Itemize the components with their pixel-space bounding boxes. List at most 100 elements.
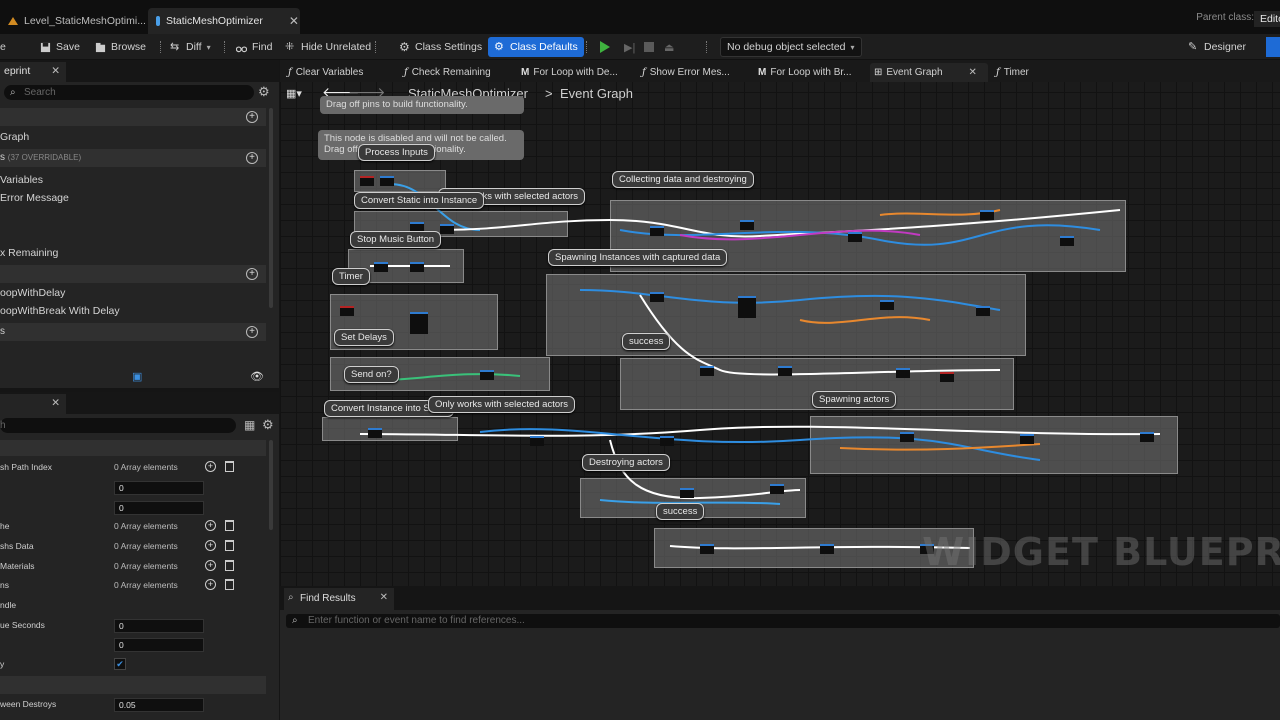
add-element-icon[interactable]: + xyxy=(205,560,216,571)
settings-gear-icon[interactable]: ⚙ xyxy=(258,84,270,100)
trash-icon[interactable] xyxy=(225,579,234,590)
details-category-header[interactable] xyxy=(0,440,266,456)
save-button[interactable]: Save xyxy=(40,37,80,57)
step-button[interactable]: ▶| xyxy=(624,37,635,57)
find-button[interactable]: Find xyxy=(236,37,272,57)
blueprint-node[interactable] xyxy=(738,296,756,318)
class-settings-button[interactable]: ⚙ Class Settings xyxy=(399,37,482,57)
add-element-icon[interactable]: + xyxy=(205,540,216,551)
blueprint-node[interactable] xyxy=(530,436,544,446)
parent-class-value[interactable]: Editor xyxy=(1254,11,1280,27)
search-input[interactable]: ⌕ Search xyxy=(4,85,254,100)
blueprint-node[interactable] xyxy=(650,292,664,302)
browse-button[interactable]: Browse xyxy=(95,37,146,57)
blueprint-node[interactable] xyxy=(410,262,424,272)
comment-bubble[interactable]: Process Inputs xyxy=(358,144,435,161)
section-variables[interactable]: s + xyxy=(0,323,266,341)
comment-bubble[interactable]: Convert Static into Instance xyxy=(354,192,485,209)
blueprint-node[interactable] xyxy=(650,226,664,236)
blueprint-node[interactable] xyxy=(480,370,494,380)
section-functions[interactable]: s (37 OVERRIDABLE) + xyxy=(0,149,266,167)
doc-tab-blueprint[interactable]: StaticMeshOptimizer ✕ xyxy=(148,8,300,34)
comment-bubble[interactable]: Timer xyxy=(332,268,370,285)
close-icon[interactable]: ✕ xyxy=(380,592,388,603)
checkbox[interactable]: ✔ xyxy=(114,658,126,670)
tab-details[interactable]: ✕ xyxy=(0,394,66,414)
diff-button[interactable]: ⇆ Diff ▾ xyxy=(170,37,211,57)
add-element-icon[interactable]: + xyxy=(205,579,216,590)
designer-button[interactable]: ✎ Designer xyxy=(1188,37,1246,57)
blueprint-node[interactable] xyxy=(380,176,394,186)
tree-item-variables[interactable]: Variables xyxy=(0,174,43,186)
blueprint-node[interactable] xyxy=(360,176,374,186)
add-element-icon[interactable]: + xyxy=(205,461,216,472)
comment-bubble[interactable]: success xyxy=(656,503,705,520)
blueprint-node[interactable] xyxy=(940,372,954,382)
number-field[interactable]: 0 xyxy=(114,619,204,633)
add-element-icon[interactable]: + xyxy=(205,520,216,531)
add-icon[interactable]: + xyxy=(246,152,258,164)
section-graphs[interactable]: + xyxy=(0,108,266,126)
number-field[interactable]: 0 xyxy=(114,481,204,495)
blueprint-node[interactable] xyxy=(374,262,388,272)
comment-bubble[interactable]: Only works with selected actors xyxy=(428,396,576,413)
tab-find-results[interactable]: ⌕ Find Results ✕ xyxy=(284,588,394,610)
event-graph-canvas[interactable]: ƒ Clear Variables ƒ Check Remaining M For L… xyxy=(280,60,1280,586)
tree-item-loop-break[interactable]: oopWithBreak With Delay xyxy=(0,305,120,317)
scrollbar[interactable] xyxy=(269,440,273,530)
widget-icon[interactable]: ▣ xyxy=(132,370,142,383)
blueprint-node[interactable] xyxy=(778,366,792,376)
blueprint-node[interactable] xyxy=(880,300,894,310)
find-search-input[interactable]: ⌕ Enter function or event name to find r… xyxy=(286,614,1280,628)
comment-bubble[interactable]: Spawning Instances with captured data xyxy=(548,249,728,266)
close-icon[interactable]: ✕ xyxy=(51,397,60,409)
play-button[interactable] xyxy=(600,37,610,57)
add-icon[interactable]: + xyxy=(246,326,258,338)
blueprint-node[interactable] xyxy=(820,544,834,554)
number-field[interactable]: 0.05 xyxy=(114,698,204,712)
details-search-input[interactable]: h xyxy=(0,418,236,433)
comment-bubble[interactable]: Stop Music Button xyxy=(350,231,442,248)
table-view-icon[interactable]: ▦ xyxy=(244,418,255,432)
stop-button[interactable] xyxy=(644,37,654,57)
comment-bubble[interactable]: success xyxy=(622,333,671,350)
blueprint-node[interactable] xyxy=(1140,432,1154,442)
blueprint-node[interactable] xyxy=(700,366,714,376)
trash-icon[interactable] xyxy=(225,540,234,551)
settings-gear-icon[interactable]: ⚙ xyxy=(262,417,274,433)
tree-item-error-message[interactable]: Error Message xyxy=(0,192,69,204)
tree-item-check-remaining[interactable]: x Remaining xyxy=(0,247,58,259)
blueprint-node[interactable] xyxy=(700,544,714,554)
blueprint-node[interactable] xyxy=(896,368,910,378)
blueprint-node[interactable] xyxy=(740,220,754,230)
blueprint-node[interactable] xyxy=(1020,434,1034,444)
blueprint-node[interactable] xyxy=(368,428,382,438)
tab-my-blueprint[interactable]: eprint ✕ xyxy=(0,62,66,82)
comment-bubble[interactable]: Set Delays xyxy=(334,329,394,346)
trash-icon[interactable] xyxy=(225,461,234,472)
comment-bubble[interactable]: Send on? xyxy=(344,366,399,383)
section-macros[interactable]: + xyxy=(0,265,266,283)
scrollbar[interactable] xyxy=(269,108,273,308)
blueprint-node[interactable] xyxy=(340,306,354,316)
number-field[interactable]: 0 xyxy=(114,501,204,515)
graph-mode-button[interactable] xyxy=(1266,37,1280,57)
blueprint-node[interactable] xyxy=(1060,236,1074,246)
class-defaults-button[interactable]: ⚙ Class Defaults xyxy=(488,37,584,57)
blueprint-node[interactable] xyxy=(770,484,784,494)
blueprint-node[interactable] xyxy=(410,312,428,334)
close-icon[interactable]: ✕ xyxy=(51,65,60,77)
trash-icon[interactable] xyxy=(225,520,234,531)
eye-icon[interactable]: 👁 xyxy=(250,370,264,383)
number-field[interactable]: 0 xyxy=(114,638,204,652)
blueprint-node[interactable] xyxy=(976,306,990,316)
comment-bubble[interactable]: Collecting data and destroying xyxy=(612,171,754,188)
tree-item-graph[interactable]: Graph xyxy=(0,131,29,143)
comment-bubble[interactable]: Spawning actors xyxy=(812,391,897,408)
blueprint-node[interactable] xyxy=(848,232,862,242)
blueprint-node[interactable] xyxy=(980,210,994,220)
blueprint-node[interactable] xyxy=(440,224,454,234)
add-icon[interactable]: + xyxy=(246,111,258,123)
blueprint-node[interactable] xyxy=(900,432,914,442)
hide-unrelated-button[interactable]: ⁜ Hide Unrelated xyxy=(285,37,371,57)
